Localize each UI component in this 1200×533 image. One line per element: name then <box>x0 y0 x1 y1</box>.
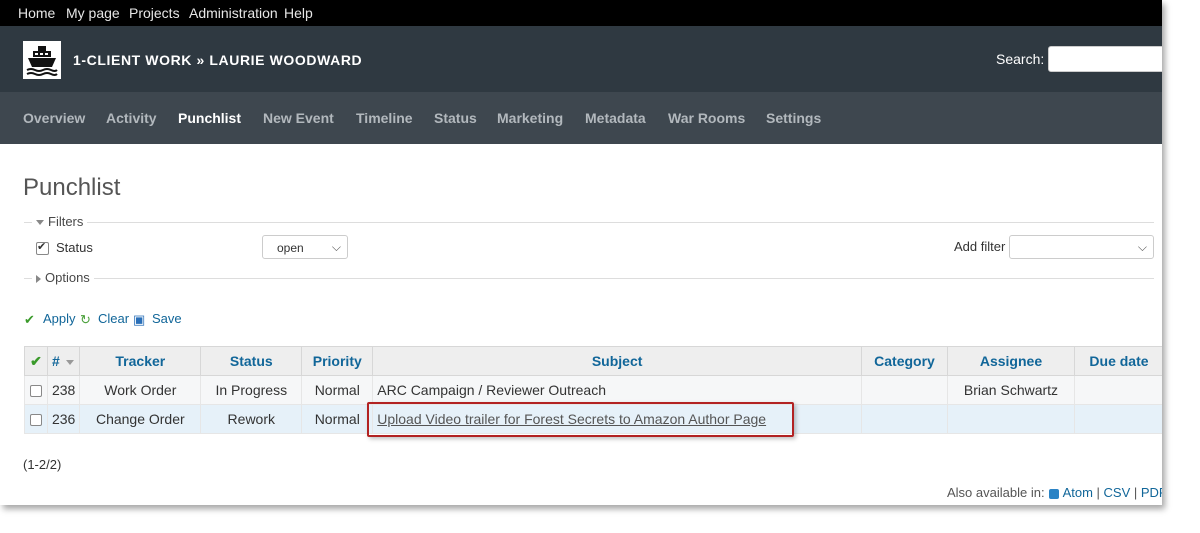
save-disk-icon: ▣ <box>133 312 146 327</box>
tab-activity[interactable]: Activity <box>106 110 157 126</box>
csv-link[interactable]: CSV <box>1104 485 1131 500</box>
issue-id[interactable]: 238 <box>46 375 81 405</box>
issue-subject[interactable]: ARC Campaign / Reviewer Outreach <box>372 375 863 405</box>
project-title[interactable]: 1-CLIENT WORK » LAURIE WOODWARD <box>73 52 362 68</box>
sort-desc-icon <box>65 359 74 365</box>
clear-button[interactable]: Clear <box>98 311 129 326</box>
tab-marketing[interactable]: Marketing <box>497 110 563 126</box>
issue-category <box>861 404 948 434</box>
table-header-row: ✔ # Tracker Status Priority Subject Cate… <box>24 346 1162 376</box>
column-header-assignee[interactable]: Assignee <box>947 346 1075 376</box>
add-filter-label: Add filter <box>954 239 1006 254</box>
row-checkbox-cell[interactable] <box>24 404 48 434</box>
other-formats-label: Also available in: <box>947 485 1045 500</box>
table-row[interactable]: 238 Work Order In Progress Normal ARC Ca… <box>24 375 1162 405</box>
page-title: Punchlist <box>23 174 121 201</box>
issue-due-date <box>1073 375 1162 405</box>
reload-icon: ↻ <box>80 312 91 327</box>
tab-war-rooms[interactable]: War Rooms <box>668 110 745 126</box>
options-toggle[interactable]: Options <box>32 270 94 285</box>
top-menu-my-page[interactable]: My page <box>66 5 120 21</box>
issue-tracker: Change Order <box>79 404 202 434</box>
issue-due-date <box>1073 404 1162 434</box>
status-operator-select[interactable]: open ⌵ <box>262 235 348 259</box>
checkmark-icon: ✔ <box>30 352 42 369</box>
column-header-priority[interactable]: Priority <box>301 346 374 376</box>
pagination-count: (1-2/2) <box>23 457 62 472</box>
column-header-status[interactable]: Status <box>200 346 303 376</box>
pdf-link[interactable]: PDF <box>1141 485 1162 500</box>
save-button[interactable]: Save <box>152 311 182 326</box>
add-filter-select[interactable]: ⌵ <box>1009 235 1154 259</box>
top-menu-home[interactable]: Home <box>18 5 55 21</box>
column-header-subject[interactable]: Subject <box>372 346 863 376</box>
ship-logo-icon[interactable] <box>23 41 61 79</box>
options-legend: Options <box>45 270 90 285</box>
options-divider <box>24 278 1154 279</box>
top-menu-administration[interactable]: Administration <box>189 5 278 21</box>
table-row[interactable]: 236 Change Order Rework Normal Upload Vi… <box>24 404 1162 434</box>
tab-punchlist[interactable]: Punchlist <box>178 110 241 126</box>
issue-subject-cell: Upload Video trailer for Forest Secrets … <box>372 404 863 434</box>
feed-icon <box>1048 488 1059 499</box>
top-menu-projects[interactable]: Projects <box>129 5 180 21</box>
other-formats: Also available in:Atom | CSV | PDF <box>947 485 1162 500</box>
collapse-arrow-icon <box>36 220 44 226</box>
search-label: Search: <box>996 51 1045 67</box>
row-checkbox[interactable] <box>29 385 42 398</box>
top-menu: Home My page Projects Administration Hel… <box>0 0 1162 26</box>
checkmark-icon: ✔ <box>24 312 35 327</box>
tab-settings[interactable]: Settings <box>766 110 821 126</box>
search-input[interactable] <box>1048 46 1162 72</box>
tab-new-event[interactable]: New Event <box>263 110 334 126</box>
toggle-all-header[interactable]: ✔ <box>24 346 48 376</box>
header: 1-CLIENT WORK » LAURIE WOODWARD Search: <box>0 26 1162 92</box>
issue-status: Rework <box>200 404 303 434</box>
issues-table: ✔ # Tracker Status Priority Subject Cate… <box>24 346 1162 434</box>
column-header-category[interactable]: Category <box>861 346 948 376</box>
row-checkbox-cell[interactable] <box>24 375 48 405</box>
column-header-tracker[interactable]: Tracker <box>79 346 202 376</box>
issue-assignee <box>947 404 1075 434</box>
tab-status[interactable]: Status <box>434 110 477 126</box>
filters-toggle[interactable]: Filters <box>32 214 88 229</box>
issue-category <box>861 375 948 405</box>
issue-tracker: Work Order <box>79 375 202 405</box>
status-filter-label: Status <box>56 240 93 255</box>
expand-arrow-icon <box>36 274 41 283</box>
column-header-id[interactable]: # <box>46 346 81 376</box>
issue-priority: Normal <box>301 375 374 405</box>
main-menu: Overview Activity Punchlist New Event Ti… <box>0 92 1162 144</box>
row-checkbox[interactable] <box>29 414 42 427</box>
issue-priority: Normal <box>301 404 374 434</box>
status-operator-value: open <box>277 241 304 255</box>
chevron-down-icon: ⌵ <box>1137 240 1147 254</box>
tab-overview[interactable]: Overview <box>23 110 85 126</box>
atom-link[interactable]: Atom <box>1063 485 1093 500</box>
chevron-down-icon: ⌵ <box>331 240 341 254</box>
filters-legend: Filters <box>48 214 84 229</box>
filters-divider <box>24 222 1154 223</box>
issue-status: In Progress <box>200 375 303 405</box>
apply-button[interactable]: Apply <box>43 311 76 326</box>
status-filter-checkbox[interactable] <box>36 240 49 255</box>
issue-subject-link[interactable]: Upload Video trailer for Forest Secrets … <box>377 411 766 427</box>
tab-timeline[interactable]: Timeline <box>356 110 413 126</box>
page-sheet: Home My page Projects Administration Hel… <box>0 0 1162 505</box>
top-menu-help[interactable]: Help <box>284 5 313 21</box>
tab-metadata[interactable]: Metadata <box>585 110 646 126</box>
column-header-due-date[interactable]: Due date <box>1073 346 1162 376</box>
issue-id[interactable]: 236 <box>46 404 81 434</box>
issue-assignee[interactable]: Brian Schwartz <box>947 375 1075 405</box>
